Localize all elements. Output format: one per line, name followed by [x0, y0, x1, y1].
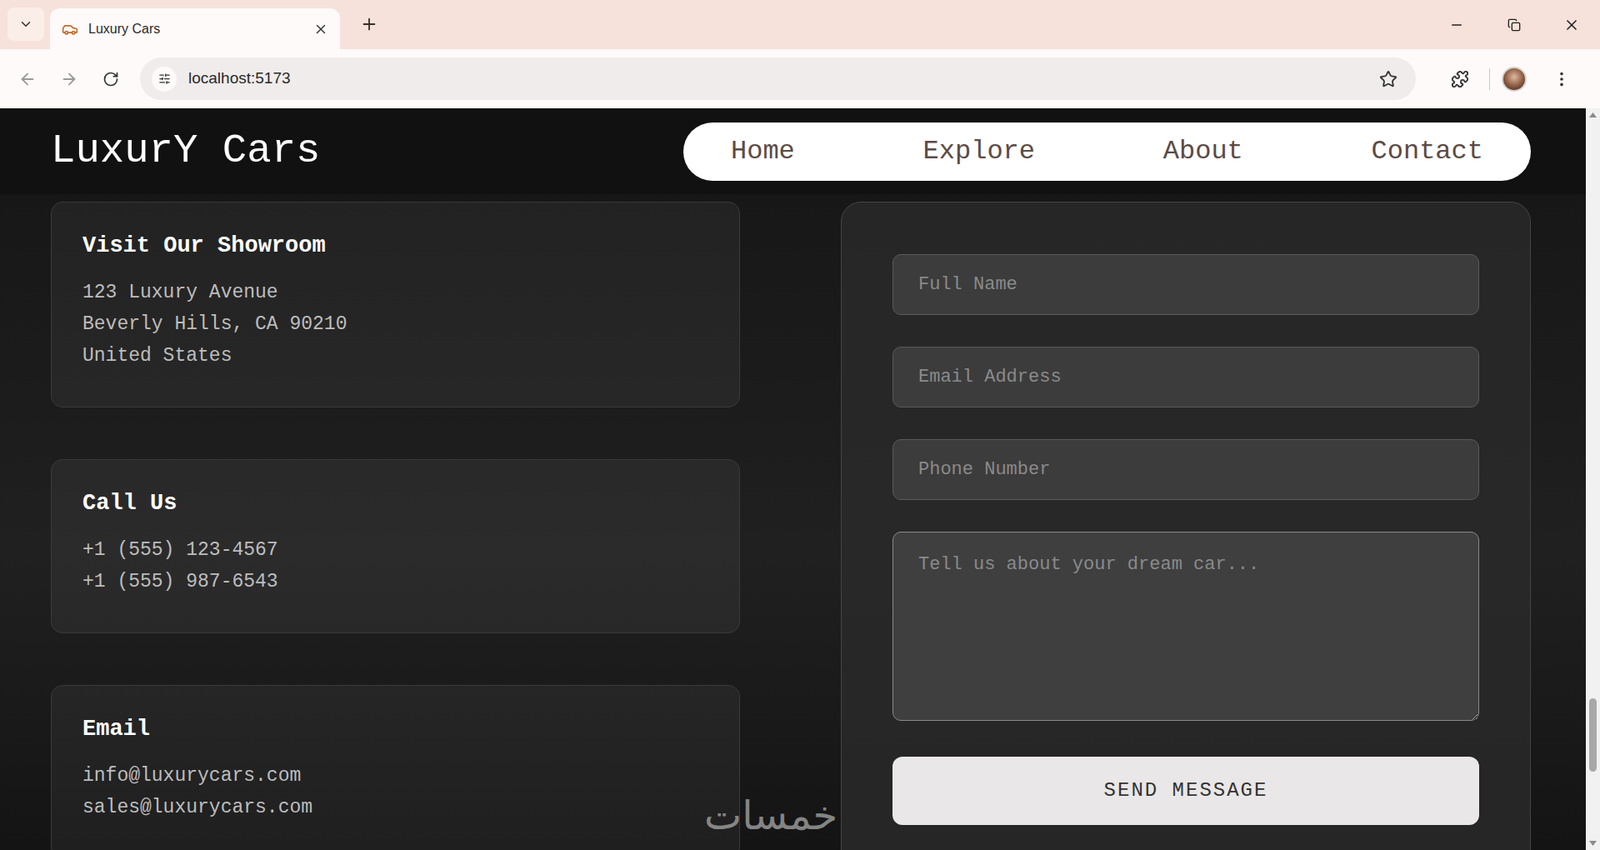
car-favicon-icon [61, 20, 79, 38]
site-header: LuxurY Cars Home Explore About Contact [0, 108, 1586, 195]
watermark: خمسات [704, 785, 838, 845]
nav-link[interactable]: Home [730, 131, 795, 172]
chevron-down-icon [18, 16, 34, 32]
site-logo[interactable]: LuxurY Cars [50, 130, 320, 172]
tab-strip: Luxury Cars [0, 0, 1600, 50]
page-viewport: LuxurY Cars Home Explore About Contact Visit … [0, 108, 1600, 850]
send-message-button[interactable]: SEND MESSAGE [892, 756, 1480, 825]
site-settings-icon [158, 72, 171, 85]
contact-section: Visit Our Showroom 123 Luxury AvenueBever… [0, 194, 1586, 850]
browser-tab[interactable]: Luxury Cars [50, 8, 340, 50]
info-card: Email info@luxurycars.comsales@luxurycars… [50, 685, 740, 850]
scrollbar[interactable] [1585, 108, 1600, 850]
bookmark-star-icon[interactable] [1379, 70, 1398, 89]
url-text: localhost:5173 [188, 66, 1368, 91]
forward-button[interactable] [51, 61, 87, 97]
nav-bar: Home Explore About Contact [683, 122, 1531, 181]
info-card: Call Us +1 (555) 123-4567+1 (555) 987-654… [50, 459, 740, 634]
toolbar: localhost:5173 [0, 49, 1600, 109]
message-textarea[interactable] [892, 531, 1480, 721]
restore-button[interactable] [1485, 0, 1543, 50]
scroll-down-arrow-icon[interactable] [1589, 840, 1597, 846]
info-card-title: Visit Our Showroom [82, 232, 709, 260]
close-window-button[interactable] [1542, 0, 1600, 50]
info-card-line: sales@luxurycars.com [82, 791, 709, 824]
nav-link[interactable]: About [1163, 131, 1244, 172]
toolbar-divider [1489, 68, 1490, 90]
reload-button[interactable] [93, 61, 129, 97]
info-card-line: +1 (555) 987-6543 [82, 565, 709, 598]
contact-form: SEND MESSAGE [840, 201, 1531, 850]
minimize-button[interactable] [1427, 0, 1485, 50]
restore-icon [1507, 18, 1521, 32]
plus-icon [360, 15, 379, 34]
more-menu-icon [1552, 70, 1571, 89]
puzzle-icon [1450, 70, 1470, 89]
new-tab-button[interactable] [355, 10, 384, 39]
info-card-line: info@luxurycars.com [82, 760, 709, 792]
info-card-line: Beverly Hills, CA 90210 [82, 308, 709, 340]
minimize-icon [1449, 17, 1465, 33]
info-card-line: United States [82, 340, 709, 372]
forward-arrow-icon [60, 70, 79, 89]
back-arrow-icon [18, 70, 37, 89]
omnibox[interactable]: localhost:5173 [140, 57, 1416, 100]
tab-title: Luxury Cars [88, 19, 304, 40]
info-card-line: +1 (555) 123-4567 [82, 534, 709, 566]
info-card: Visit Our Showroom 123 Luxury AvenueBever… [50, 201, 740, 408]
page: LuxurY Cars Home Explore About Contact Visit … [0, 108, 1586, 850]
form-input[interactable] [892, 346, 1480, 408]
profile-avatar[interactable] [1501, 66, 1527, 92]
info-card-title: Call Us [82, 490, 709, 518]
reload-icon [102, 70, 120, 88]
scroll-up-arrow-icon[interactable] [1589, 112, 1597, 118]
site-info-button[interactable] [151, 66, 177, 92]
tab-list-button[interactable] [7, 7, 45, 41]
menu-button[interactable] [1545, 61, 1579, 97]
nav-link[interactable]: Contact [1371, 131, 1484, 172]
close-tab-icon[interactable] [313, 21, 329, 37]
form-input[interactable] [892, 254, 1480, 315]
close-icon [1563, 16, 1580, 34]
info-card-line: 123 Luxury Avenue [82, 276, 709, 309]
back-button[interactable] [10, 61, 45, 97]
browser-window: Luxury Cars localhost:5173 LuxurY Cars Home… [0, 0, 1600, 850]
nav-link[interactable]: Explore [923, 131, 1035, 172]
info-card-title: Email [82, 715, 709, 744]
extensions-button[interactable] [1442, 61, 1478, 97]
contact-info-column: Visit Our Showroom 123 Luxury AvenueBever… [50, 201, 740, 850]
scrollbar-thumb[interactable] [1589, 698, 1597, 772]
form-input[interactable] [892, 439, 1480, 500]
